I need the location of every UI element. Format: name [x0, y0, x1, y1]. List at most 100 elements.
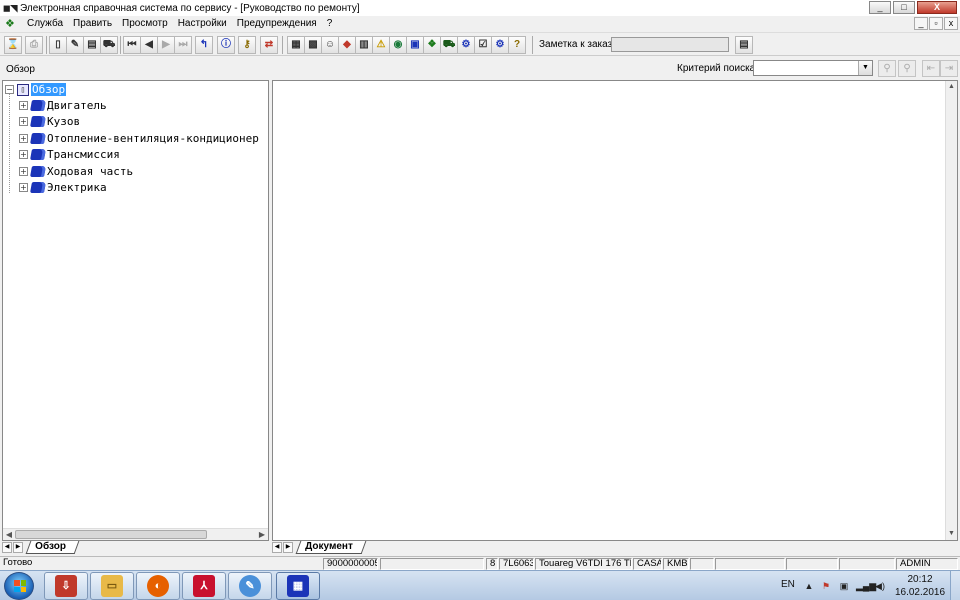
status-empty-cell — [690, 558, 714, 570]
tree-item-engine[interactable]: + Двигатель — [19, 98, 107, 113]
tree-item-body[interactable]: + Кузов — [19, 114, 80, 129]
search-next-icon[interactable]: ⚲ — [898, 60, 916, 77]
menu-warnings[interactable]: Предупреждения — [232, 17, 322, 31]
last-page-icon[interactable]: ⏭ — [174, 36, 192, 54]
search-prev-icon[interactable]: ⚲ — [878, 60, 896, 77]
previous-page-icon[interactable]: ◀ — [140, 36, 158, 54]
print-icon[interactable]: ⎙ — [25, 36, 43, 54]
menu-settings[interactable]: Настройки — [173, 17, 232, 31]
menu-help[interactable]: ? — [322, 17, 338, 31]
checklist-icon[interactable]: ☑ — [474, 36, 492, 54]
calculator-icon[interactable]: ▣ — [406, 36, 424, 54]
warning-icon[interactable]: ⚠ — [372, 36, 390, 54]
expand-icon[interactable]: ⇥ — [940, 60, 958, 77]
expand-icon[interactable]: + — [19, 134, 28, 143]
action-center-icon[interactable]: ⚑ — [820, 580, 832, 592]
tab-prev-icon[interactable]: ◀ — [272, 542, 282, 553]
scroll-left-icon[interactable]: ◀ — [3, 529, 15, 540]
warning-book-icon[interactable]: ◆ — [338, 36, 356, 54]
document-icon: ❖ — [5, 18, 15, 30]
scroll-up-icon[interactable]: ▲ — [946, 81, 957, 93]
taskbar-pdf-reader[interactable]: ⅄ — [182, 572, 226, 600]
horizontal-scrollbar[interactable]: ◀ ▶ — [3, 528, 268, 540]
menu-view[interactable]: Просмотр — [117, 17, 173, 31]
language-indicator[interactable]: EN — [781, 579, 795, 590]
expand-icon[interactable]: + — [19, 117, 28, 126]
settings-icon[interactable]: ⚙ — [491, 36, 509, 54]
person-icon[interactable]: ☺ — [321, 36, 339, 54]
minimize-button[interactable]: _ — [869, 1, 891, 14]
tree-item-transmission[interactable]: + Трансмиссия — [19, 147, 120, 162]
help-icon[interactable]: ? — [508, 36, 526, 54]
network-icon[interactable]: ▂▄▆ — [856, 580, 876, 592]
table-icon[interactable]: ▥ — [355, 36, 373, 54]
vertical-scrollbar[interactable]: ▲ ▼ — [945, 81, 957, 540]
collapse-icon[interactable]: ⇤ — [922, 60, 940, 77]
status-number: 8 — [486, 558, 498, 570]
expand-icon[interactable]: + — [19, 150, 28, 159]
book-icon — [30, 133, 46, 144]
menu-service[interactable]: Служба — [22, 17, 68, 31]
order-note-field[interactable] — [611, 37, 729, 52]
tree-root[interactable]: − ▯ Обзор — [5, 82, 67, 97]
key-icon[interactable]: ⚷ — [238, 36, 256, 54]
show-hidden-icons-icon[interactable]: ▲ — [803, 580, 815, 592]
search-car-icon[interactable]: ⚙ — [457, 36, 475, 54]
maximize-button[interactable]: □ — [893, 1, 915, 14]
exit-icon[interactable]: ⌛ — [4, 36, 22, 54]
tab-document[interactable]: Документ — [295, 541, 367, 554]
tree-item-chassis[interactable]: + Ходовая часть — [19, 164, 133, 179]
document-pane[interactable]: ▲ ▼ — [272, 80, 958, 541]
doc-close-button[interactable]: x — [944, 17, 958, 30]
tab-prev-icon[interactable]: ◀ — [2, 542, 12, 553]
taskbar-service-app[interactable]: ▦ — [276, 572, 320, 600]
document-list-icon[interactable]: ▤ — [83, 36, 101, 54]
collapse-icon[interactable]: − — [5, 85, 14, 94]
taskbar-paint[interactable]: ✎ — [228, 572, 272, 600]
next-page-icon[interactable]: ▶ — [157, 36, 175, 54]
car-icon[interactable]: ⛟ — [440, 36, 458, 54]
device-icon[interactable]: ▣ — [838, 580, 850, 592]
tab-overview[interactable]: Обзор — [25, 541, 80, 554]
new-document-icon[interactable]: ▯ — [49, 36, 67, 54]
scroll-thumb[interactable] — [15, 530, 207, 539]
start-button[interactable] — [4, 572, 34, 600]
order-note-button[interactable]: ▤ — [735, 36, 753, 54]
tree-item-hvac[interactable]: + Отопление-вентиляция-кондиционер — [19, 131, 259, 146]
globe-icon[interactable]: ◉ — [389, 36, 407, 54]
chevron-down-icon[interactable]: ▼ — [858, 61, 872, 75]
search-bar: Обзор Критерий поиска: ▼ ⚲ ⚲ ⇤ ⇥ — [0, 58, 960, 80]
menu-edit[interactable]: Править — [68, 17, 117, 31]
clock-date: 16.02.2016 — [894, 587, 946, 598]
vehicle-icon[interactable]: ⛟ — [100, 36, 118, 54]
tab-next-icon[interactable]: ▶ — [283, 542, 293, 553]
doc-restore-button[interactable]: ▫ — [929, 17, 943, 30]
expand-icon[interactable]: + — [19, 101, 28, 110]
tree-item-electrics[interactable]: + Электрика — [19, 180, 107, 195]
manual-icon[interactable]: ▦ — [287, 36, 305, 54]
document-window-controls: _ ▫ x — [914, 17, 958, 30]
expand-icon[interactable]: + — [19, 167, 28, 176]
search-criteria-select[interactable]: ▼ — [753, 60, 873, 76]
taskbar-explorer[interactable]: ▭ — [90, 572, 134, 600]
taskbar-installer[interactable]: ⇩ — [44, 572, 88, 600]
tab-next-icon[interactable]: ▶ — [13, 542, 23, 553]
doc-minimize-button[interactable]: _ — [914, 17, 928, 30]
clock[interactable]: 20:12 16.02.2016 — [894, 573, 946, 599]
first-page-icon[interactable]: ⏮ — [123, 36, 141, 54]
scroll-right-icon[interactable]: ▶ — [256, 529, 268, 540]
show-desktop-button[interactable] — [950, 571, 960, 600]
back-icon[interactable]: ↰ — [195, 36, 213, 54]
edit-document-icon[interactable]: ✎ — [66, 36, 84, 54]
status-engine: CASA — [633, 558, 662, 570]
taskbar-firefox[interactable]: ◐ — [136, 572, 180, 600]
expand-icon[interactable]: + — [19, 183, 28, 192]
parts-icon[interactable]: ▩ — [304, 36, 322, 54]
tools-icon[interactable]: ❖ — [423, 36, 441, 54]
scroll-down-icon[interactable]: ▼ — [946, 528, 957, 540]
info-icon[interactable]: ⓘ — [217, 36, 235, 54]
tree-item-label: Ходовая часть — [47, 165, 134, 178]
volume-icon[interactable]: ◀) — [874, 580, 886, 592]
swap-icon[interactable]: ⇄ — [260, 36, 278, 54]
close-button[interactable]: X — [917, 1, 957, 14]
